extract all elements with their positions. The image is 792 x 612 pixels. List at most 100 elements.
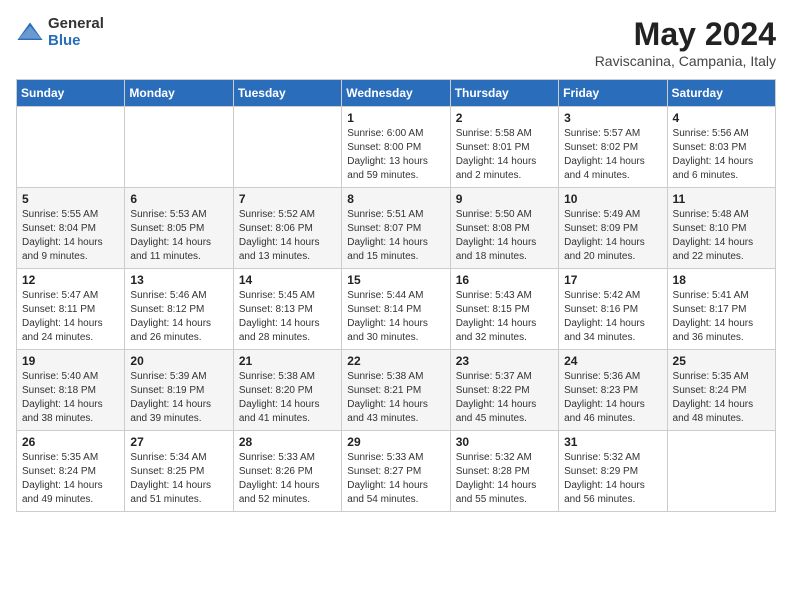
- calendar-cell: 11 Sunrise: 5:48 AMSunset: 8:10 PMDayligh…: [667, 188, 775, 269]
- calendar-cell: 12 Sunrise: 5:47 AMSunset: 8:11 PMDayligh…: [17, 269, 125, 350]
- calendar-cell: [17, 107, 125, 188]
- month-year: May 2024: [595, 16, 776, 53]
- title-block: May 2024 Raviscanina, Campania, Italy: [595, 16, 776, 69]
- day-number: 15: [347, 273, 444, 287]
- day-number: 30: [456, 435, 553, 449]
- day-number: 9: [456, 192, 553, 206]
- logo-text: General Blue: [48, 16, 104, 49]
- day-number: 21: [239, 354, 336, 368]
- day-number: 26: [22, 435, 119, 449]
- day-info: Sunrise: 5:45 AMSunset: 8:13 PMDaylight:…: [239, 289, 336, 345]
- day-number: 25: [673, 354, 770, 368]
- day-info: Sunrise: 5:37 AMSunset: 8:22 PMDaylight:…: [456, 370, 553, 426]
- calendar-cell: 17 Sunrise: 5:42 AMSunset: 8:16 PMDayligh…: [559, 269, 667, 350]
- day-number: 11: [673, 192, 770, 206]
- day-info: Sunrise: 5:52 AMSunset: 8:06 PMDaylight:…: [239, 208, 336, 264]
- day-number: 17: [564, 273, 661, 287]
- day-number: 12: [22, 273, 119, 287]
- calendar-cell: 26 Sunrise: 5:35 AMSunset: 8:24 PMDayligh…: [17, 431, 125, 512]
- calendar-header-sunday: Sunday: [17, 80, 125, 107]
- day-info: Sunrise: 5:38 AMSunset: 8:21 PMDaylight:…: [347, 370, 444, 426]
- day-info: Sunrise: 5:34 AMSunset: 8:25 PMDaylight:…: [130, 451, 227, 507]
- day-info: Sunrise: 5:49 AMSunset: 8:09 PMDaylight:…: [564, 208, 661, 264]
- calendar-cell: [233, 107, 341, 188]
- day-info: Sunrise: 5:33 AMSunset: 8:27 PMDaylight:…: [347, 451, 444, 507]
- day-number: 28: [239, 435, 336, 449]
- day-info: Sunrise: 5:48 AMSunset: 8:10 PMDaylight:…: [673, 208, 770, 264]
- calendar-week-row: 19 Sunrise: 5:40 AMSunset: 8:18 PMDayligh…: [17, 350, 776, 431]
- calendar-cell: 2 Sunrise: 5:58 AMSunset: 8:01 PMDaylight…: [450, 107, 558, 188]
- day-number: 7: [239, 192, 336, 206]
- day-info: Sunrise: 5:42 AMSunset: 8:16 PMDaylight:…: [564, 289, 661, 345]
- calendar-header-monday: Monday: [125, 80, 233, 107]
- calendar-table: SundayMondayTuesdayWednesdayThursdayFrid…: [16, 79, 776, 512]
- calendar-week-row: 5 Sunrise: 5:55 AMSunset: 8:04 PMDaylight…: [17, 188, 776, 269]
- day-number: 10: [564, 192, 661, 206]
- day-info: Sunrise: 5:35 AMSunset: 8:24 PMDaylight:…: [22, 451, 119, 507]
- calendar-header-friday: Friday: [559, 80, 667, 107]
- calendar-cell: 4Sunrise: 5:56 AMSunset: 8:03 PMDaylight…: [667, 107, 775, 188]
- day-number: 3: [564, 111, 661, 125]
- page-header: General Blue May 2024 Raviscanina, Campa…: [16, 16, 776, 69]
- day-info: Sunrise: 5:44 AMSunset: 8:14 PMDaylight:…: [347, 289, 444, 345]
- day-info: Sunrise: 5:32 AMSunset: 8:28 PMDaylight:…: [456, 451, 553, 507]
- day-info: Sunrise: 5:35 AMSunset: 8:24 PMDaylight:…: [673, 370, 770, 426]
- calendar-cell: 19 Sunrise: 5:40 AMSunset: 8:18 PMDayligh…: [17, 350, 125, 431]
- calendar-cell: 25 Sunrise: 5:35 AMSunset: 8:24 PMDayligh…: [667, 350, 775, 431]
- calendar-header-saturday: Saturday: [667, 80, 775, 107]
- day-number: 4: [673, 111, 770, 125]
- calendar-header-thursday: Thursday: [450, 80, 558, 107]
- logo: General Blue: [16, 16, 104, 49]
- day-info: Sunrise: 5:43 AMSunset: 8:15 PMDaylight:…: [456, 289, 553, 345]
- location: Raviscanina, Campania, Italy: [595, 53, 776, 69]
- calendar-cell: 13 Sunrise: 5:46 AMSunset: 8:12 PMDayligh…: [125, 269, 233, 350]
- calendar-cell: 22 Sunrise: 5:38 AMSunset: 8:21 PMDayligh…: [342, 350, 450, 431]
- calendar-cell: 23 Sunrise: 5:37 AMSunset: 8:22 PMDayligh…: [450, 350, 558, 431]
- day-number: 6: [130, 192, 227, 206]
- day-number: 1: [347, 111, 444, 125]
- day-info: Sunrise: 5:53 AMSunset: 8:05 PMDaylight:…: [130, 208, 227, 264]
- calendar-cell: 9Sunrise: 5:50 AMSunset: 8:08 PMDaylight…: [450, 188, 558, 269]
- day-info: Sunrise: 5:32 AMSunset: 8:29 PMDaylight:…: [564, 451, 661, 507]
- calendar-week-row: 1 Sunrise: 6:00 AMSunset: 8:00 PMDaylight…: [17, 107, 776, 188]
- day-info: Sunrise: 5:46 AMSunset: 8:12 PMDaylight:…: [130, 289, 227, 345]
- day-number: 31: [564, 435, 661, 449]
- calendar-cell: 28Sunrise: 5:33 AMSunset: 8:26 PMDayligh…: [233, 431, 341, 512]
- day-info: Sunrise: 5:47 AMSunset: 8:11 PMDaylight:…: [22, 289, 119, 345]
- calendar-header-row: SundayMondayTuesdayWednesdayThursdayFrid…: [17, 80, 776, 107]
- day-number: 16: [456, 273, 553, 287]
- calendar-cell: 5 Sunrise: 5:55 AMSunset: 8:04 PMDaylight…: [17, 188, 125, 269]
- day-number: 27: [130, 435, 227, 449]
- day-info: Sunrise: 6:00 AMSunset: 8:00 PMDaylight:…: [347, 127, 444, 183]
- day-number: 19: [22, 354, 119, 368]
- day-info: Sunrise: 5:39 AMSunset: 8:19 PMDaylight:…: [130, 370, 227, 426]
- day-number: 23: [456, 354, 553, 368]
- day-info: Sunrise: 5:51 AMSunset: 8:07 PMDaylight:…: [347, 208, 444, 264]
- day-number: 24: [564, 354, 661, 368]
- calendar-cell: 31 Sunrise: 5:32 AMSunset: 8:29 PMDayligh…: [559, 431, 667, 512]
- calendar-cell: 3Sunrise: 5:57 AMSunset: 8:02 PMDaylight…: [559, 107, 667, 188]
- calendar-cell: [667, 431, 775, 512]
- calendar-cell: [125, 107, 233, 188]
- day-number: 13: [130, 273, 227, 287]
- calendar-cell: 24 Sunrise: 5:36 AMSunset: 8:23 PMDayligh…: [559, 350, 667, 431]
- calendar-cell: 20 Sunrise: 5:39 AMSunset: 8:19 PMDayligh…: [125, 350, 233, 431]
- day-number: 8: [347, 192, 444, 206]
- day-info: Sunrise: 5:40 AMSunset: 8:18 PMDaylight:…: [22, 370, 119, 426]
- day-number: 22: [347, 354, 444, 368]
- day-info: Sunrise: 5:58 AMSunset: 8:01 PMDaylight:…: [456, 127, 553, 183]
- logo-icon: [16, 19, 44, 47]
- calendar-week-row: 12 Sunrise: 5:47 AMSunset: 8:11 PMDayligh…: [17, 269, 776, 350]
- day-number: 5: [22, 192, 119, 206]
- day-info: Sunrise: 5:36 AMSunset: 8:23 PMDaylight:…: [564, 370, 661, 426]
- day-number: 14: [239, 273, 336, 287]
- calendar-cell: 15 Sunrise: 5:44 AMSunset: 8:14 PMDayligh…: [342, 269, 450, 350]
- logo-blue: Blue: [48, 33, 104, 50]
- calendar-cell: 8 Sunrise: 5:51 AMSunset: 8:07 PMDaylight…: [342, 188, 450, 269]
- calendar-week-row: 26 Sunrise: 5:35 AMSunset: 8:24 PMDayligh…: [17, 431, 776, 512]
- calendar-cell: 14 Sunrise: 5:45 AMSunset: 8:13 PMDayligh…: [233, 269, 341, 350]
- calendar-cell: 27 Sunrise: 5:34 AMSunset: 8:25 PMDayligh…: [125, 431, 233, 512]
- day-info: Sunrise: 5:55 AMSunset: 8:04 PMDaylight:…: [22, 208, 119, 264]
- day-number: 20: [130, 354, 227, 368]
- day-number: 2: [456, 111, 553, 125]
